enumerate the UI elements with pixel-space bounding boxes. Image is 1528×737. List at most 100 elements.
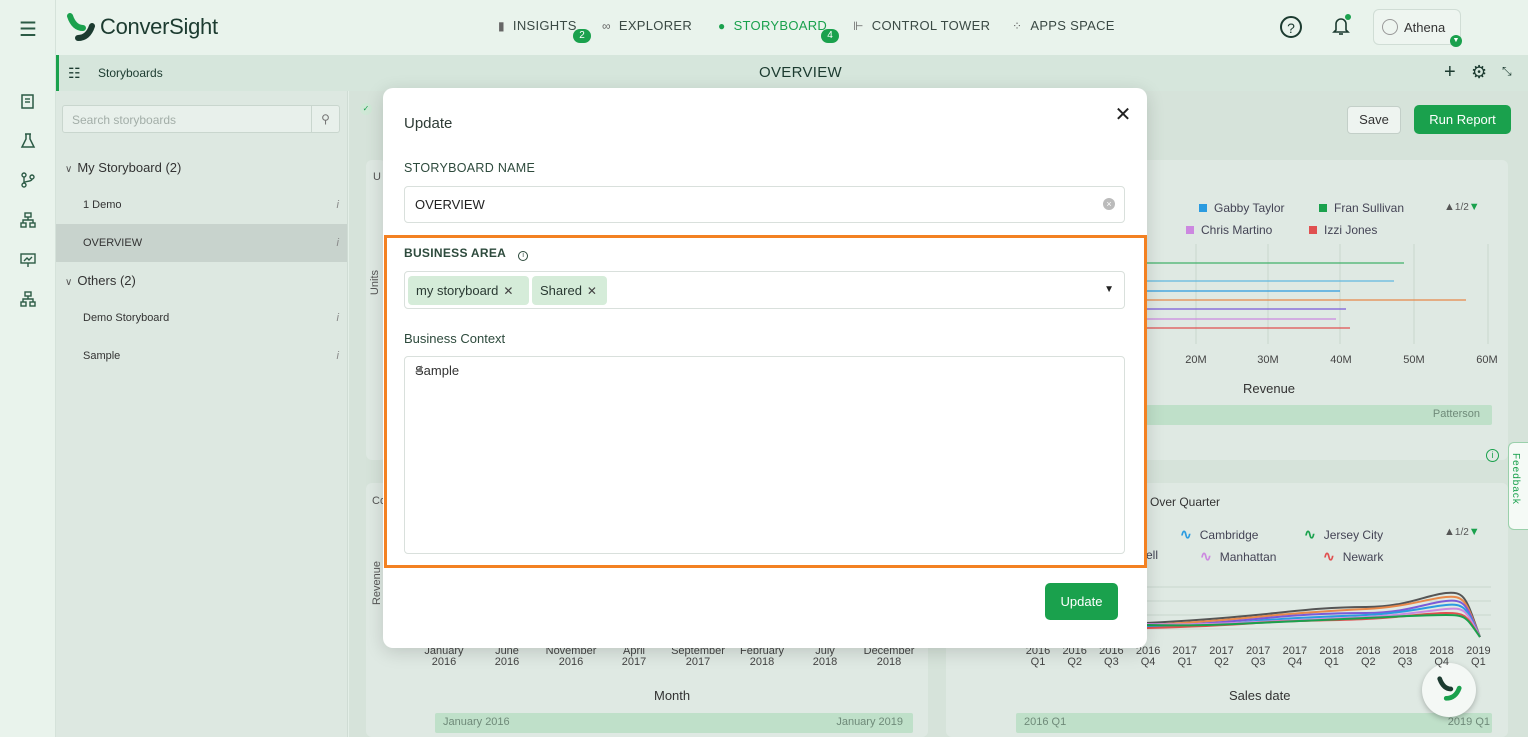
presentation-icon[interactable]	[18, 252, 38, 272]
sidebar-item-overview[interactable]: OVERVIEW i	[56, 224, 347, 262]
legend-swatch	[1309, 226, 1317, 234]
x-tick-label: 20M	[1185, 354, 1207, 366]
sidebar-item-1-demo[interactable]: 1 Demo i	[56, 186, 347, 224]
nav-insights[interactable]: ▮ INSIGHTS	[498, 18, 577, 33]
legend-label: Manhattan	[1219, 549, 1277, 564]
chevron-down-icon: ▼	[1450, 35, 1462, 47]
panel-title-cut: U	[373, 171, 381, 183]
legend-line-icon: ∿	[1200, 548, 1212, 564]
storyboard-badge: 4	[821, 29, 839, 43]
chip-label: my storyboard	[416, 283, 499, 298]
list-toggle-icon[interactable]: ☷	[68, 65, 81, 82]
business-context-textarea[interactable]: Sample ◢	[404, 356, 1125, 554]
business-area-select[interactable]: my storyboard ✕ Shared ✕ ▼	[404, 271, 1125, 309]
chevron-down-icon: ∨	[65, 277, 73, 288]
group-others[interactable]: ∨ Others (2)	[65, 273, 136, 288]
nav-explorer-label: EXPLORER	[618, 18, 693, 33]
sidebar-item-label: Demo Storyboard	[83, 312, 170, 324]
nav-apps-space[interactable]: ⁘ APPS SPACE	[1012, 18, 1115, 33]
tick-line: Q3	[1104, 656, 1119, 668]
tick-line: Q1	[1030, 656, 1046, 668]
check-icon[interactable]: ✓	[360, 103, 372, 115]
storyboard-name-input[interactable]: OVERVIEW ×	[404, 186, 1125, 223]
org-chart-icon[interactable]	[18, 291, 38, 311]
info-icon[interactable]: i	[337, 299, 339, 337]
run-report-button[interactable]: Run Report	[1414, 105, 1511, 134]
info-icon[interactable]: i	[337, 186, 339, 224]
sidebar-item-demo-storyboard[interactable]: Demo Storyboard i	[56, 299, 347, 337]
help-icon[interactable]: ?	[1280, 16, 1302, 38]
tick-line: Q4	[1140, 656, 1156, 668]
legend-line-icon: ∿	[1323, 548, 1335, 564]
x-tick-label: 2018 Q4	[1424, 646, 1460, 668]
settings-gear-icon[interactable]: ⚙	[1471, 62, 1487, 83]
legend-label: Fran Sullivan	[1334, 201, 1405, 215]
info-icon[interactable]: i	[518, 251, 529, 261]
save-button[interactable]: Save	[1347, 106, 1401, 134]
legend-pager[interactable]: ▲1/2▼	[1444, 201, 1480, 213]
page-title: OVERVIEW	[759, 64, 842, 81]
range-scroller[interactable]: January 2016 January 2019	[435, 713, 913, 733]
tick-line: Q1	[1324, 656, 1339, 668]
x-axis-title: Sales date	[1229, 688, 1291, 703]
tick-line: 2016	[558, 656, 584, 668]
resize-handle-icon[interactable]: ◢	[415, 363, 1121, 551]
notification-bell-icon[interactable]	[1330, 14, 1352, 38]
x-tick-label: November 2016	[536, 646, 606, 668]
remove-chip-icon[interactable]: ✕	[587, 284, 597, 298]
search-input[interactable]: Search storyboards ⚲	[62, 105, 340, 133]
app-logo[interactable]: ConverSight	[66, 12, 218, 42]
business-area-label: BUSINESS AREA i	[404, 246, 529, 261]
range-scroller[interactable]: 2016 Q1 2019 Q1	[1016, 713, 1492, 733]
branch-icon[interactable]	[18, 172, 38, 192]
info-icon[interactable]: i	[1486, 449, 1499, 462]
update-button[interactable]: Update	[1045, 583, 1118, 620]
sidebar-item-label: 1 Demo	[83, 199, 122, 211]
assistant-fab[interactable]	[1422, 663, 1476, 717]
x-axis-title: Revenue	[1243, 381, 1296, 396]
legend-pager[interactable]: ▲1/2▼	[1444, 526, 1480, 538]
sub-header: ☷ Storyboards OVERVIEW + ⚙ ⤡	[56, 55, 1528, 91]
sidebar-item-sample[interactable]: Sample i	[56, 337, 347, 375]
search-icon[interactable]: ⚲	[311, 106, 339, 132]
report-icon[interactable]	[18, 94, 38, 114]
collapse-icon[interactable]: ⤡	[1502, 64, 1512, 79]
dropdown-caret-icon[interactable]: ▼	[1104, 284, 1114, 295]
close-icon[interactable]: ✕	[1111, 103, 1135, 127]
chip-label: Shared	[540, 283, 582, 298]
info-icon[interactable]: i	[337, 224, 339, 262]
tick-line: Q4	[1434, 656, 1450, 668]
nav-control-tower[interactable]: ⊩ CONTROL TOWER	[853, 18, 990, 33]
tick-line: Q3	[1397, 656, 1413, 668]
x-tick-label: 2016 Q2	[1057, 646, 1093, 668]
x-tick-label: 2017 Q2	[1204, 646, 1240, 668]
nav-explorer[interactable]: ∞ EXPLORER	[602, 18, 692, 33]
flask-icon[interactable]	[18, 133, 38, 153]
tick-line: Q1	[1177, 656, 1193, 668]
chip-my-storyboard: my storyboard ✕	[408, 276, 529, 305]
conversight-logo-icon	[66, 12, 96, 42]
update-storyboard-modal: Update ✕ STORYBOARD NAME OVERVIEW × BUSI…	[383, 88, 1147, 648]
hierarchy-icon[interactable]	[18, 212, 38, 232]
range-scroller[interactable]: Patterson	[1146, 405, 1492, 425]
sidebar-item-label: OVERVIEW	[83, 237, 143, 249]
clear-icon[interactable]: ×	[1103, 198, 1115, 210]
nav-storyboard[interactable]: ● STORYBOARD	[718, 18, 827, 33]
group-my-storyboard[interactable]: ∨ My Storyboard (2)	[65, 160, 181, 175]
hamburger-menu-icon[interactable]: ☰	[18, 20, 38, 40]
info-icon[interactable]: i	[337, 337, 339, 375]
nav-control-tower-label: CONTROL TOWER	[871, 18, 991, 33]
x-tick-label: 2017 Q3	[1240, 646, 1276, 668]
user-menu[interactable]: Athena ▼	[1373, 9, 1462, 47]
group-label: My Storyboard (2)	[77, 160, 182, 175]
add-icon[interactable]: +	[1444, 61, 1456, 84]
feedback-tab[interactable]: Feedback	[1508, 442, 1528, 530]
tick-line: 2018	[749, 656, 775, 668]
storyboard-sidebar: Search storyboards ⚲ ∨ My Storyboard (2) …	[56, 91, 348, 737]
nav-apps-space-label: APPS SPACE	[1030, 18, 1115, 33]
notification-dot	[1345, 14, 1351, 20]
tick-line: Q4	[1287, 656, 1303, 668]
storyboard-name-label: STORYBOARD NAME	[404, 161, 536, 175]
remove-chip-icon[interactable]: ✕	[503, 284, 513, 298]
chart-title: Over Quarter	[1150, 495, 1221, 509]
